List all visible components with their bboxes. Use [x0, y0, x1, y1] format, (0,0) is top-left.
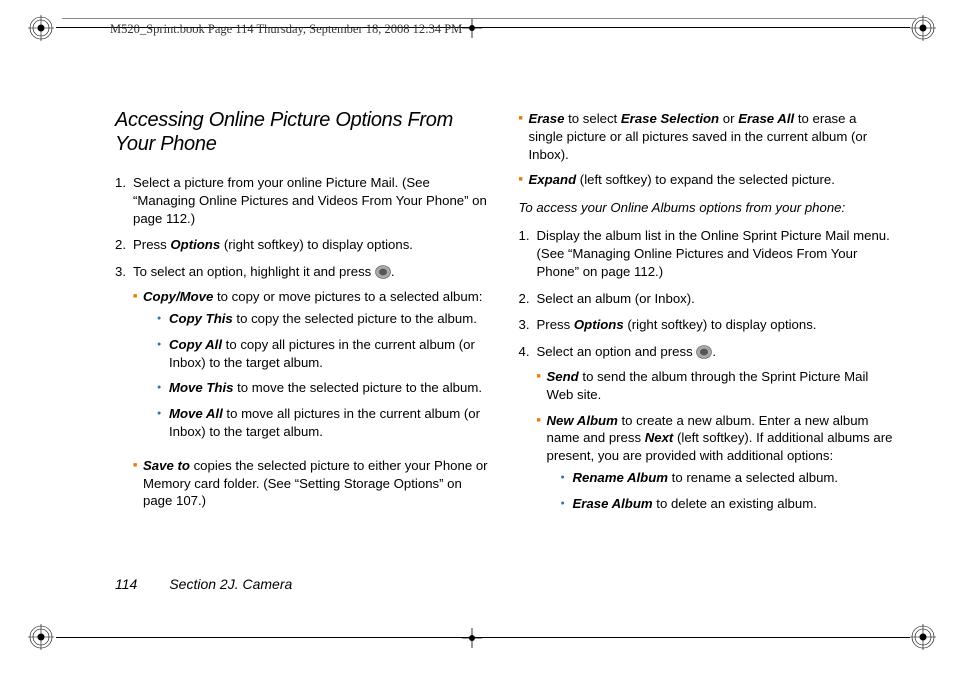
ok-button-icon: [696, 345, 712, 364]
crop-mark-icon: [462, 628, 482, 648]
registration-mark-icon: [28, 15, 54, 41]
step-text: Select a picture from your online Pictur…: [133, 174, 491, 227]
option-item: Send to send the album through the Sprin…: [537, 368, 895, 404]
sub-option-item: Move This to move the selected picture t…: [157, 379, 491, 397]
crop-mark-icon: [462, 18, 482, 38]
page-body: Accessing Online Picture Options From Yo…: [115, 108, 894, 622]
sub-option-item: Copy All to copy all pictures in the cur…: [157, 336, 491, 372]
step-item: 1. Display the album list in the Online …: [519, 227, 895, 280]
step-text: Display the album list in the Online Spr…: [537, 227, 895, 280]
sub-option-item: Erase Album to delete an existing album.: [561, 495, 895, 513]
option-item: Save to copies the selected picture to e…: [133, 457, 491, 510]
step-number: 2.: [115, 236, 133, 254]
registration-mark-icon: [28, 624, 54, 650]
sub-option-item: Copy This to copy the selected picture t…: [157, 310, 491, 328]
step-number: 4.: [519, 343, 537, 529]
option-item: Expand (left softkey) to expand the sele…: [519, 171, 895, 189]
sub-option-item: Rename Album to rename a selected album.: [561, 469, 895, 487]
option-item: New Album to create a new album. Enter a…: [537, 412, 895, 521]
header-rule: [62, 18, 916, 19]
step-item: 3. To select an option, highlight it and…: [115, 263, 491, 518]
left-column: Accessing Online Picture Options From Yo…: [115, 108, 491, 538]
section-subtitle: To access your Online Albums options fro…: [519, 199, 895, 217]
section-label: Section 2J. Camera: [169, 576, 292, 592]
step-number: 3.: [519, 316, 537, 334]
step-item: 1. Select a picture from your online Pic…: [115, 174, 491, 227]
option-item: Erase to select Erase Selection or Erase…: [519, 110, 895, 163]
step-number: 1.: [115, 174, 133, 227]
step-text: To select an option, highlight it and pr…: [133, 263, 491, 518]
sub-option-item: Move All to move all pictures in the cur…: [157, 405, 491, 441]
step-text: Select an album (or Inbox).: [537, 290, 895, 308]
page-footer: 114 Section 2J. Camera: [115, 576, 292, 592]
page-number: 114: [115, 576, 137, 592]
right-column: Erase to select Erase Selection or Erase…: [519, 108, 895, 538]
step-text: Select an option and press . Send to sen…: [537, 343, 895, 529]
step-number: 1.: [519, 227, 537, 280]
crop-header-text: M520_Sprint.book Page 114 Thursday, Sept…: [110, 22, 462, 37]
step-number: 2.: [519, 290, 537, 308]
page-title: Accessing Online Picture Options From Yo…: [115, 108, 491, 156]
step-item: 2. Press Options (right softkey) to disp…: [115, 236, 491, 254]
crop-line: [56, 637, 910, 638]
step-text: Press Options (right softkey) to display…: [537, 316, 895, 334]
step-number: 3.: [115, 263, 133, 518]
step-item: 2. Select an album (or Inbox).: [519, 290, 895, 308]
ok-button-icon: [375, 265, 391, 284]
step-item: 3. Press Options (right softkey) to disp…: [519, 316, 895, 334]
option-item: Copy/Move to copy or move pictures to a …: [133, 288, 491, 449]
registration-mark-icon: [910, 624, 936, 650]
step-text: Press Options (right softkey) to display…: [133, 236, 491, 254]
step-item: 4. Select an option and press . Send to …: [519, 343, 895, 529]
